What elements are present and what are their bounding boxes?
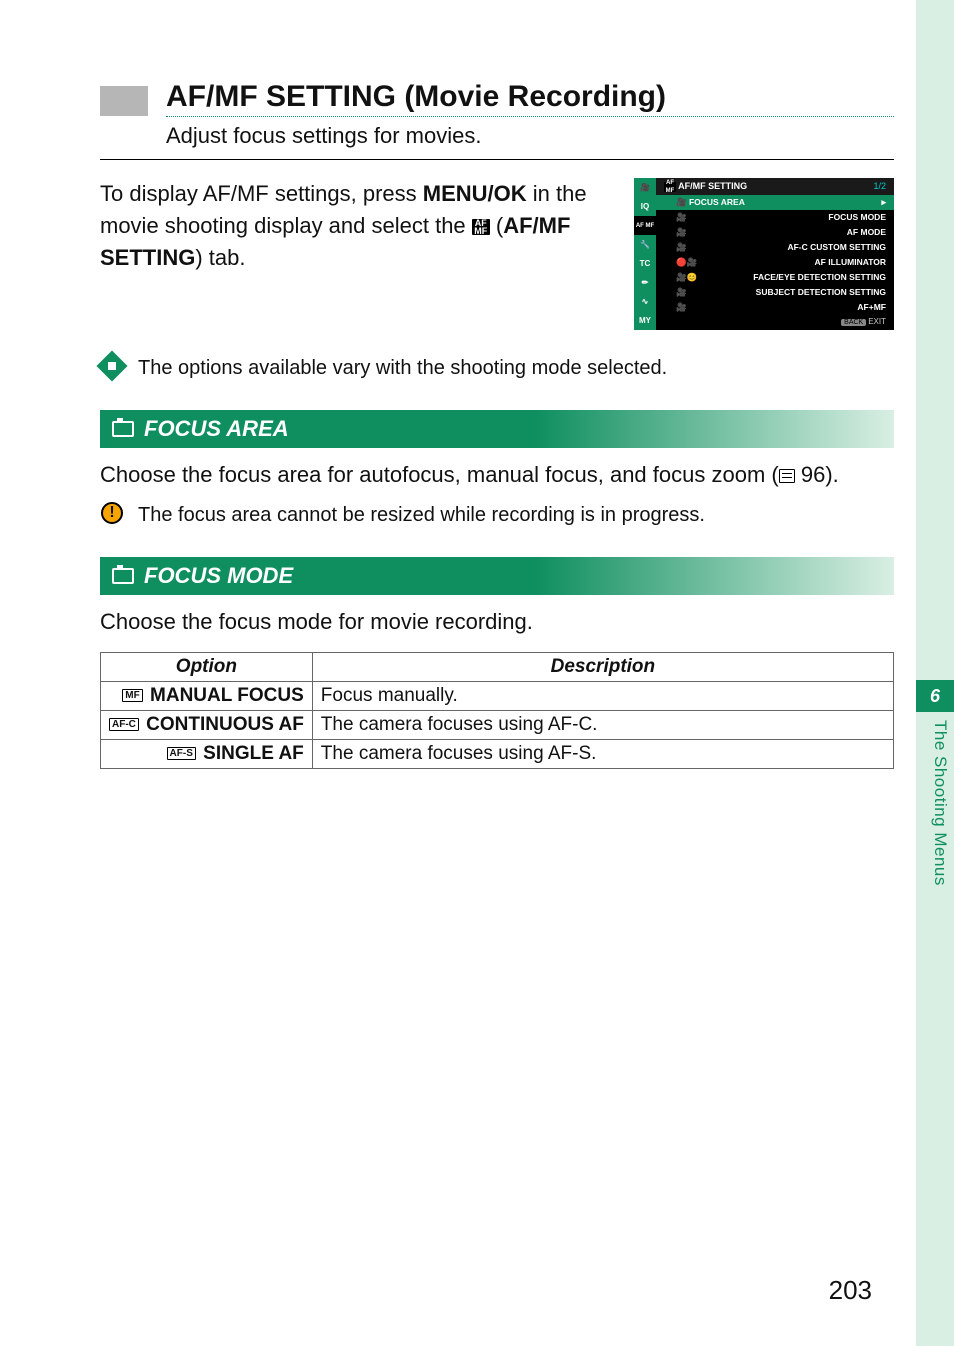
camera-menu-item: 🎥 AF-C CUSTOM SETTING xyxy=(656,240,894,255)
camera-menu-exit-label: EXIT xyxy=(868,317,886,326)
section-header-focus-area: FOCUS AREA xyxy=(100,410,894,448)
table-row: AF-S SINGLE AF The camera focuses using … xyxy=(101,739,894,768)
camera-menu-item: 🎥 AF+MF xyxy=(656,300,894,315)
caution-text: The focus area cannot be resized while r… xyxy=(138,501,705,529)
tip-text: The options available vary with the shoo… xyxy=(138,354,667,382)
tip-diamond-icon xyxy=(100,354,124,378)
focus-mode-body: Choose the focus mode for movie recordin… xyxy=(100,607,894,638)
movie-icon xyxy=(112,568,134,584)
camera-menu-item: 🎥 FOCUS MODE xyxy=(656,210,894,225)
camera-menu-back-label: BACK xyxy=(841,319,866,326)
camera-menu-page-indicator: 1/2 xyxy=(873,181,886,192)
camera-menu-title: AF MF AF/MF SETTING xyxy=(664,181,747,192)
table-header-option: Option xyxy=(101,652,313,681)
menu-tab: 🎥 xyxy=(634,178,656,197)
camera-menu-item-selected: 🎥 FOCUS AREA▸ xyxy=(656,195,894,210)
focus-area-body: Choose the focus area for autofocus, man… xyxy=(100,460,894,491)
page-title: AF/MF SETTING (Movie Recording) xyxy=(166,80,894,117)
camera-menu-item: 🔴🎥 AF ILLUMINATOR xyxy=(656,255,894,270)
table-row: MF MANUAL FOCUS Focus manually. xyxy=(101,681,894,710)
menu-tab-selected: AF MF xyxy=(634,216,656,235)
page-number: 203 xyxy=(829,1275,872,1306)
afmf-tab-icon: AF MF xyxy=(472,219,490,235)
page-subtitle: Adjust focus settings for movies. xyxy=(166,123,894,149)
camera-menu-item: 🎥 SUBJECT DETECTION SETTING xyxy=(656,285,894,300)
table-header-description: Description xyxy=(312,652,893,681)
menu-tab: ✏ xyxy=(634,273,656,292)
menu-tab: MY xyxy=(634,311,656,330)
intro-paragraph: To display AF/MF settings, press MENU/OK… xyxy=(100,178,618,274)
page-reference-icon xyxy=(779,469,795,483)
focus-mode-options-table: Option Description MF MANUAL FOCUS Focus… xyxy=(100,652,894,769)
menu-tab: ∿ xyxy=(634,292,656,311)
movie-icon xyxy=(112,421,134,437)
camera-menu-item: 🎥 AF MODE xyxy=(656,225,894,240)
table-row: AF-C CONTINUOUS AF The camera focuses us… xyxy=(101,710,894,739)
option-badge: AF-C xyxy=(109,718,139,731)
option-badge: MF xyxy=(122,689,142,702)
caution-icon: ! xyxy=(100,501,124,525)
camera-menu-item: 🎥😊 FACE/EYE DETECTION SETTING xyxy=(656,270,894,285)
title-decorator-block xyxy=(100,86,148,116)
camera-menu-screenshot: 🎥 IQ AF MF 🔧 TC ✏ ∿ MY AF MF AF/MF SETTI… xyxy=(634,178,894,330)
menu-tab: TC xyxy=(634,254,656,273)
section-header-focus-mode: FOCUS MODE xyxy=(100,557,894,595)
option-badge: AF-S xyxy=(167,747,196,760)
title-divider xyxy=(100,159,894,160)
menu-tab: 🔧 xyxy=(634,235,656,254)
menu-tab: IQ xyxy=(634,197,656,216)
